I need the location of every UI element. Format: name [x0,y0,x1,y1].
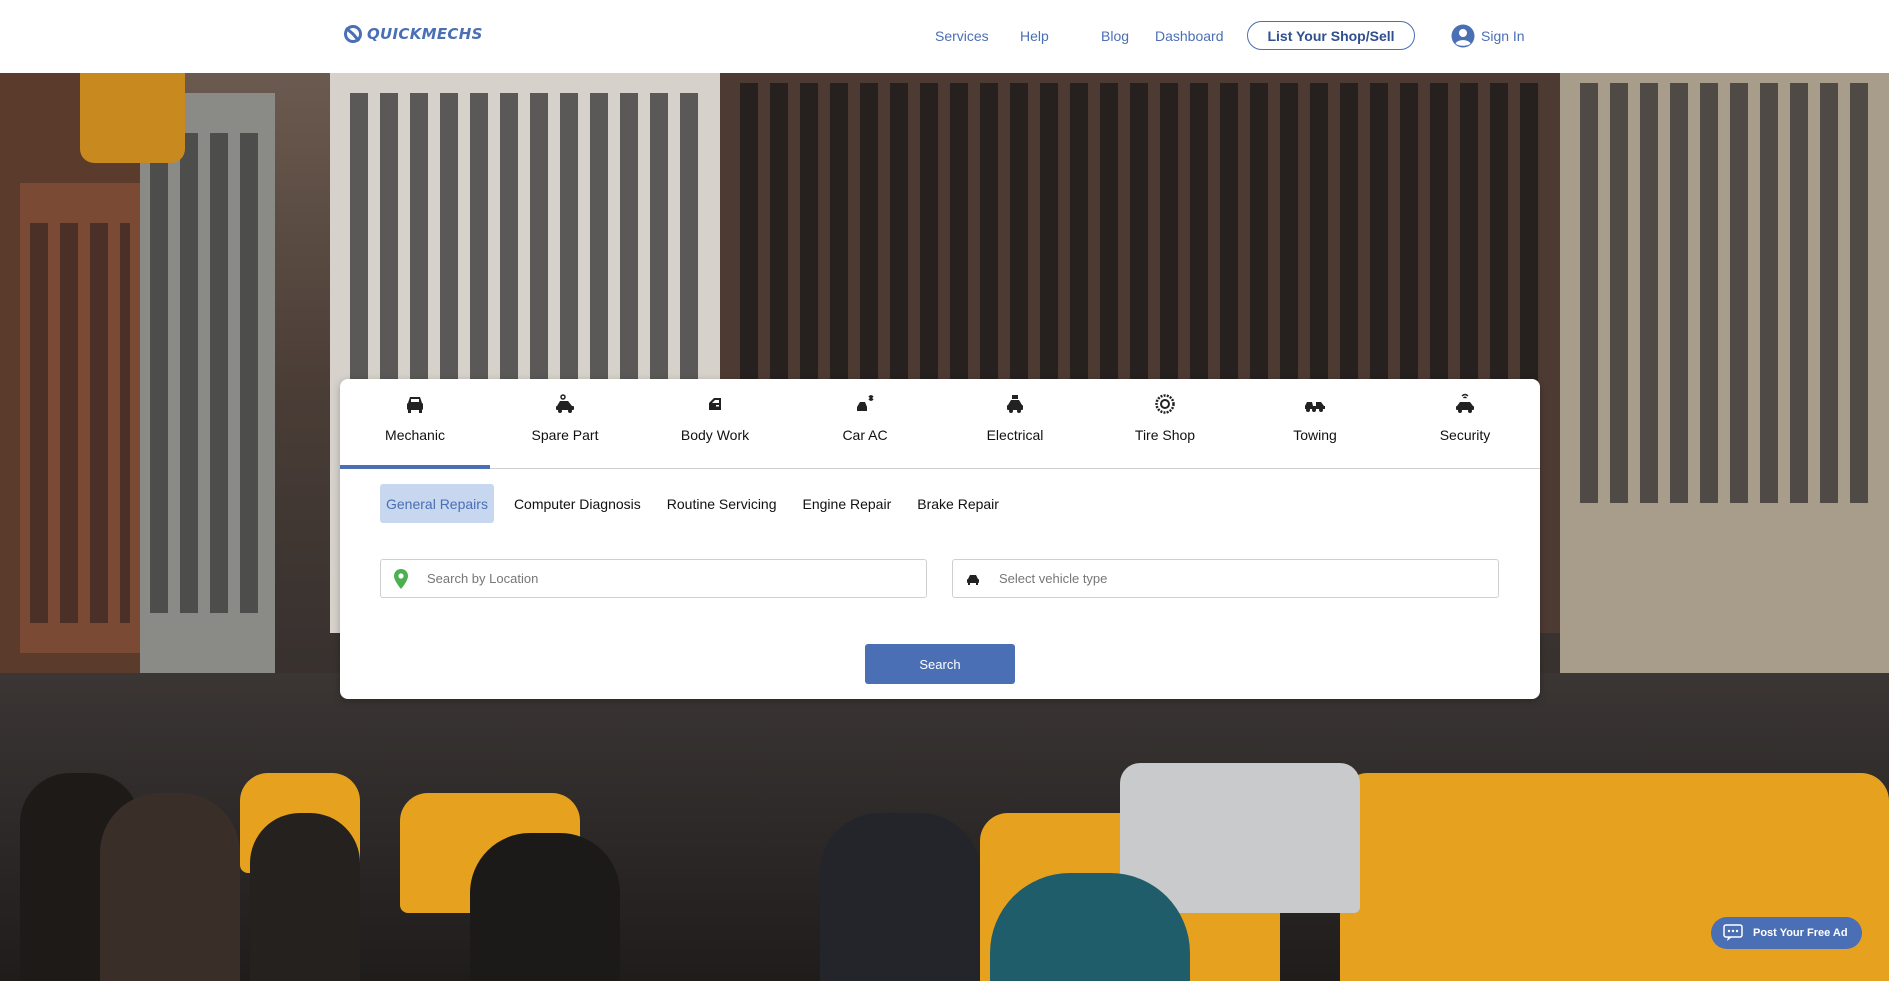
tab-security[interactable]: Security [1390,379,1540,468]
logo-icon [344,25,362,43]
tab-label: Tire Shop [1134,427,1196,443]
tab-mechanic[interactable]: Mechanic [340,379,490,469]
top-header: QUICKMECHS Services Help Blog Dashboard … [0,0,1889,73]
logo-text: QUICKMECHS [367,25,483,43]
car-door-icon [709,398,721,410]
vehicle-type-field[interactable] [952,559,1499,598]
subcategory-chips: General Repairs Computer Diagnosis Routi… [380,484,1019,523]
nav-dashboard[interactable]: Dashboard [1155,28,1224,44]
tab-label: Electrical [986,427,1044,443]
tab-label: Spare Part [531,427,599,443]
chip-brake-repair[interactable]: Brake Repair [911,484,1005,523]
tab-label: Body Work [680,427,750,443]
tab-body-work[interactable]: Body Work [640,379,790,468]
car-front-icon [407,397,423,413]
tab-spare-part[interactable]: Spare Part [490,379,640,468]
chat-ad-icon [1723,924,1743,941]
nav-services[interactable]: Services [935,28,989,44]
nav-help[interactable]: Help [1020,28,1049,44]
search-card: Mechanic Spare Part Body Work Car AC Ele… [340,379,1540,699]
category-tabs: Mechanic Spare Part Body Work Car AC Ele… [340,379,1540,469]
tab-label: Mechanic [385,427,445,443]
post-ad-label: Post Your Free Ad [1753,927,1848,939]
car-battery-icon [1007,395,1023,413]
tire-icon [1155,394,1175,414]
car-ac-icon [857,395,874,411]
chip-computer-diagnosis[interactable]: Computer Diagnosis [508,484,647,523]
logo[interactable]: QUICKMECHS [343,22,483,46]
car-parts-icon [556,394,574,413]
tab-label: Towing [1293,427,1337,443]
car-icon [963,569,983,589]
location-field[interactable] [380,559,927,598]
tow-truck-icon [1305,402,1325,412]
location-pin-icon [391,568,411,589]
tab-car-ac[interactable]: Car AC [790,379,940,468]
tab-electrical[interactable]: Electrical [940,379,1090,468]
tab-label: Car AC [842,427,888,443]
location-search-input[interactable] [425,570,899,587]
vehicle-type-input[interactable] [997,570,1471,587]
list-your-shop-button[interactable]: List Your Shop/Sell [1247,21,1415,50]
chip-general-repairs[interactable]: General Repairs [380,484,494,523]
sign-in-link[interactable]: Sign In [1451,24,1525,48]
chip-engine-repair[interactable]: Engine Repair [797,484,898,523]
tab-tire-shop[interactable]: Tire Shop [1090,379,1240,468]
car-security-icon [1456,393,1474,413]
sign-in-label: Sign In [1481,28,1525,44]
tab-label: Security [1439,427,1491,443]
search-button[interactable]: Search [865,644,1015,684]
post-free-ad-button[interactable]: Post Your Free Ad [1711,917,1862,949]
chip-routine-servicing[interactable]: Routine Servicing [661,484,783,523]
user-avatar-icon [1451,24,1475,48]
tab-towing[interactable]: Towing [1240,379,1390,468]
nav-blog[interactable]: Blog [1101,28,1129,44]
